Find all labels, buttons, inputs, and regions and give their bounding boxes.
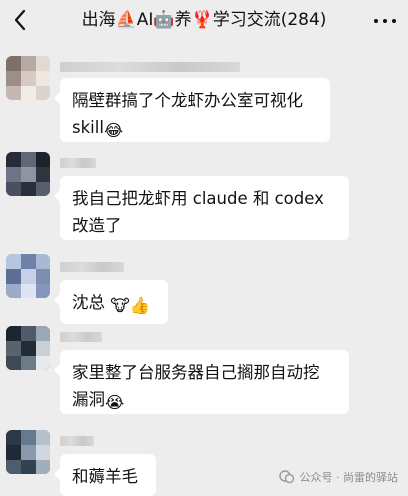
sender-name (60, 262, 124, 272)
message-text: skill😂 (72, 114, 318, 144)
message-bubble[interactable]: 隔壁群搞了个龙虾办公室可视化 skill😂 (54, 78, 330, 144)
message-bubble[interactable]: 和薅羊毛 (54, 454, 156, 496)
cow-thumbs-up-emoji: 🐮👍 (110, 296, 151, 315)
message-text: 漏洞😭 (72, 386, 337, 416)
avatar[interactable] (6, 152, 50, 196)
message-text: 我自己把龙虾用 claude 和 codex (72, 189, 324, 208)
sender-name (60, 436, 94, 446)
avatar[interactable] (6, 430, 50, 474)
sender-name (60, 332, 102, 342)
watermark: 公众号 · 尚雷的驿站 (278, 467, 399, 487)
message-text: 和薅羊毛 (72, 467, 138, 486)
laughing-tears-emoji: 😂 (103, 121, 124, 140)
message-text: 家里整了台服务器自己搁那自动挖 (72, 363, 320, 382)
avatar[interactable] (6, 326, 50, 370)
message-text: 沈总 🐮👍 (72, 289, 156, 319)
chat-title: 出海⛵AI🤖养🦞学习交流(284) (81, 10, 327, 30)
message-bubble[interactable]: 沈总 🐮👍 (54, 280, 168, 324)
message-bubble[interactable]: 家里整了台服务器自己搁那自动挖 漏洞😭 (54, 350, 349, 416)
watermark-text: 公众号 · 尚雷的驿站 (299, 471, 399, 484)
sender-name (60, 158, 96, 168)
wechat-official-account-icon (278, 469, 295, 485)
avatar[interactable] (6, 254, 50, 298)
more-dots-icon[interactable] (374, 14, 396, 28)
message-bubble[interactable]: 我自己把龙虾用 claude 和 codex 改造了 (54, 176, 349, 240)
crying-emoji: 😭 (105, 393, 125, 412)
chat-header: 出海⛵AI🤖养🦞学习交流(284) (0, 0, 408, 42)
chevron-left-icon[interactable] (6, 6, 34, 34)
sender-name (60, 62, 240, 72)
avatar[interactable] (6, 56, 50, 100)
message-text: 改造了 (72, 216, 122, 235)
message-text: 隔壁群搞了个龙虾办公室可视化 (72, 91, 303, 110)
